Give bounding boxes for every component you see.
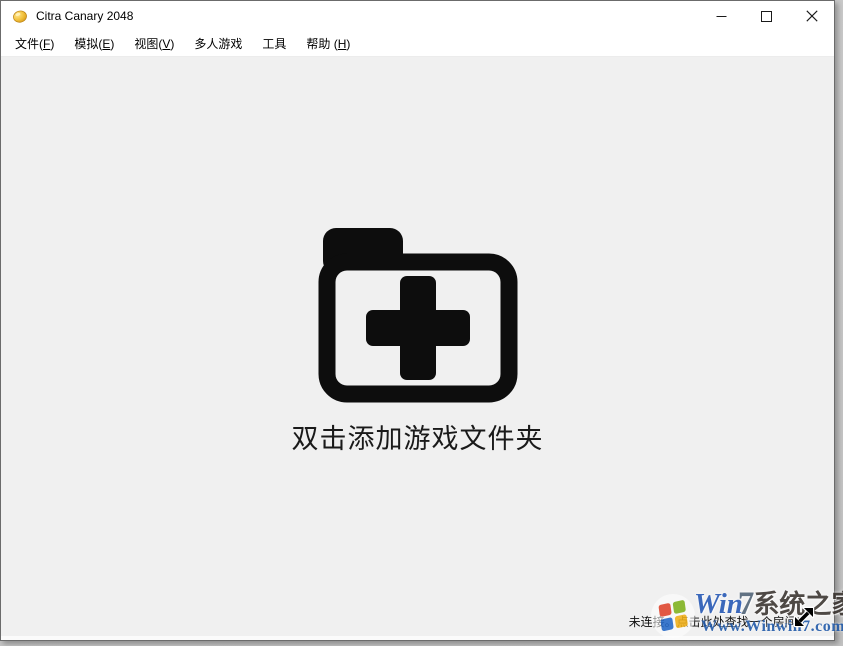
citra-window: Citra Canary 2048 文件(F) 模拟(E) 视图(V) 多人游戏…: [0, 0, 835, 641]
maximize-button[interactable]: [744, 1, 789, 31]
menu-label: ): [110, 37, 114, 51]
window-bottom-edge: [1, 636, 834, 640]
empty-state[interactable]: 双击添加游戏文件夹: [292, 226, 544, 456]
window-title: Citra Canary 2048: [36, 9, 699, 23]
menu-item-view[interactable]: 视图(V): [124, 31, 184, 56]
empty-state-caption: 双击添加游戏文件夹: [292, 417, 544, 456]
menu-item-file[interactable]: 文件(F): [5, 31, 64, 56]
minimize-button[interactable]: [699, 1, 744, 31]
menu-label: ): [346, 37, 350, 51]
network-status-link[interactable]: 未连接。点击此处查找一个房间!: [629, 613, 800, 630]
menu-label: ): [50, 37, 54, 51]
menu-bar: 文件(F) 模拟(E) 视图(V) 多人游戏 工具 帮助 (H): [1, 31, 834, 57]
maximize-icon: [761, 11, 772, 22]
menu-label: 模拟(: [74, 37, 102, 51]
title-bar[interactable]: Citra Canary 2048: [1, 1, 834, 31]
menu-label: 文件(: [15, 37, 43, 51]
game-list-area[interactable]: 双击添加游戏文件夹 未连接。点击此处查找一个房间!: [1, 57, 834, 636]
menu-item-multiplayer[interactable]: 多人游戏: [184, 31, 252, 56]
screenshot-root: Citra Canary 2048 文件(F) 模拟(E) 视图(V) 多人游戏…: [0, 0, 843, 646]
minimize-icon: [716, 11, 727, 22]
folder-plus-icon: [317, 226, 519, 404]
menu-item-tools[interactable]: 工具: [252, 31, 296, 56]
menu-label: 视图(: [134, 37, 162, 51]
menu-label: 工具: [262, 37, 286, 51]
close-button[interactable]: [789, 1, 834, 31]
menu-label: 多人游戏: [194, 37, 242, 51]
menu-item-emulation[interactable]: 模拟(E): [64, 31, 124, 56]
window-controls: [699, 1, 834, 31]
close-icon: [806, 10, 818, 22]
resize-diagonal-cursor: [791, 604, 817, 630]
menu-label: ): [170, 37, 174, 51]
menu-label: 帮助 (: [306, 37, 337, 51]
menu-item-help[interactable]: 帮助 (H): [296, 31, 360, 56]
citra-coin-icon: [12, 8, 28, 24]
